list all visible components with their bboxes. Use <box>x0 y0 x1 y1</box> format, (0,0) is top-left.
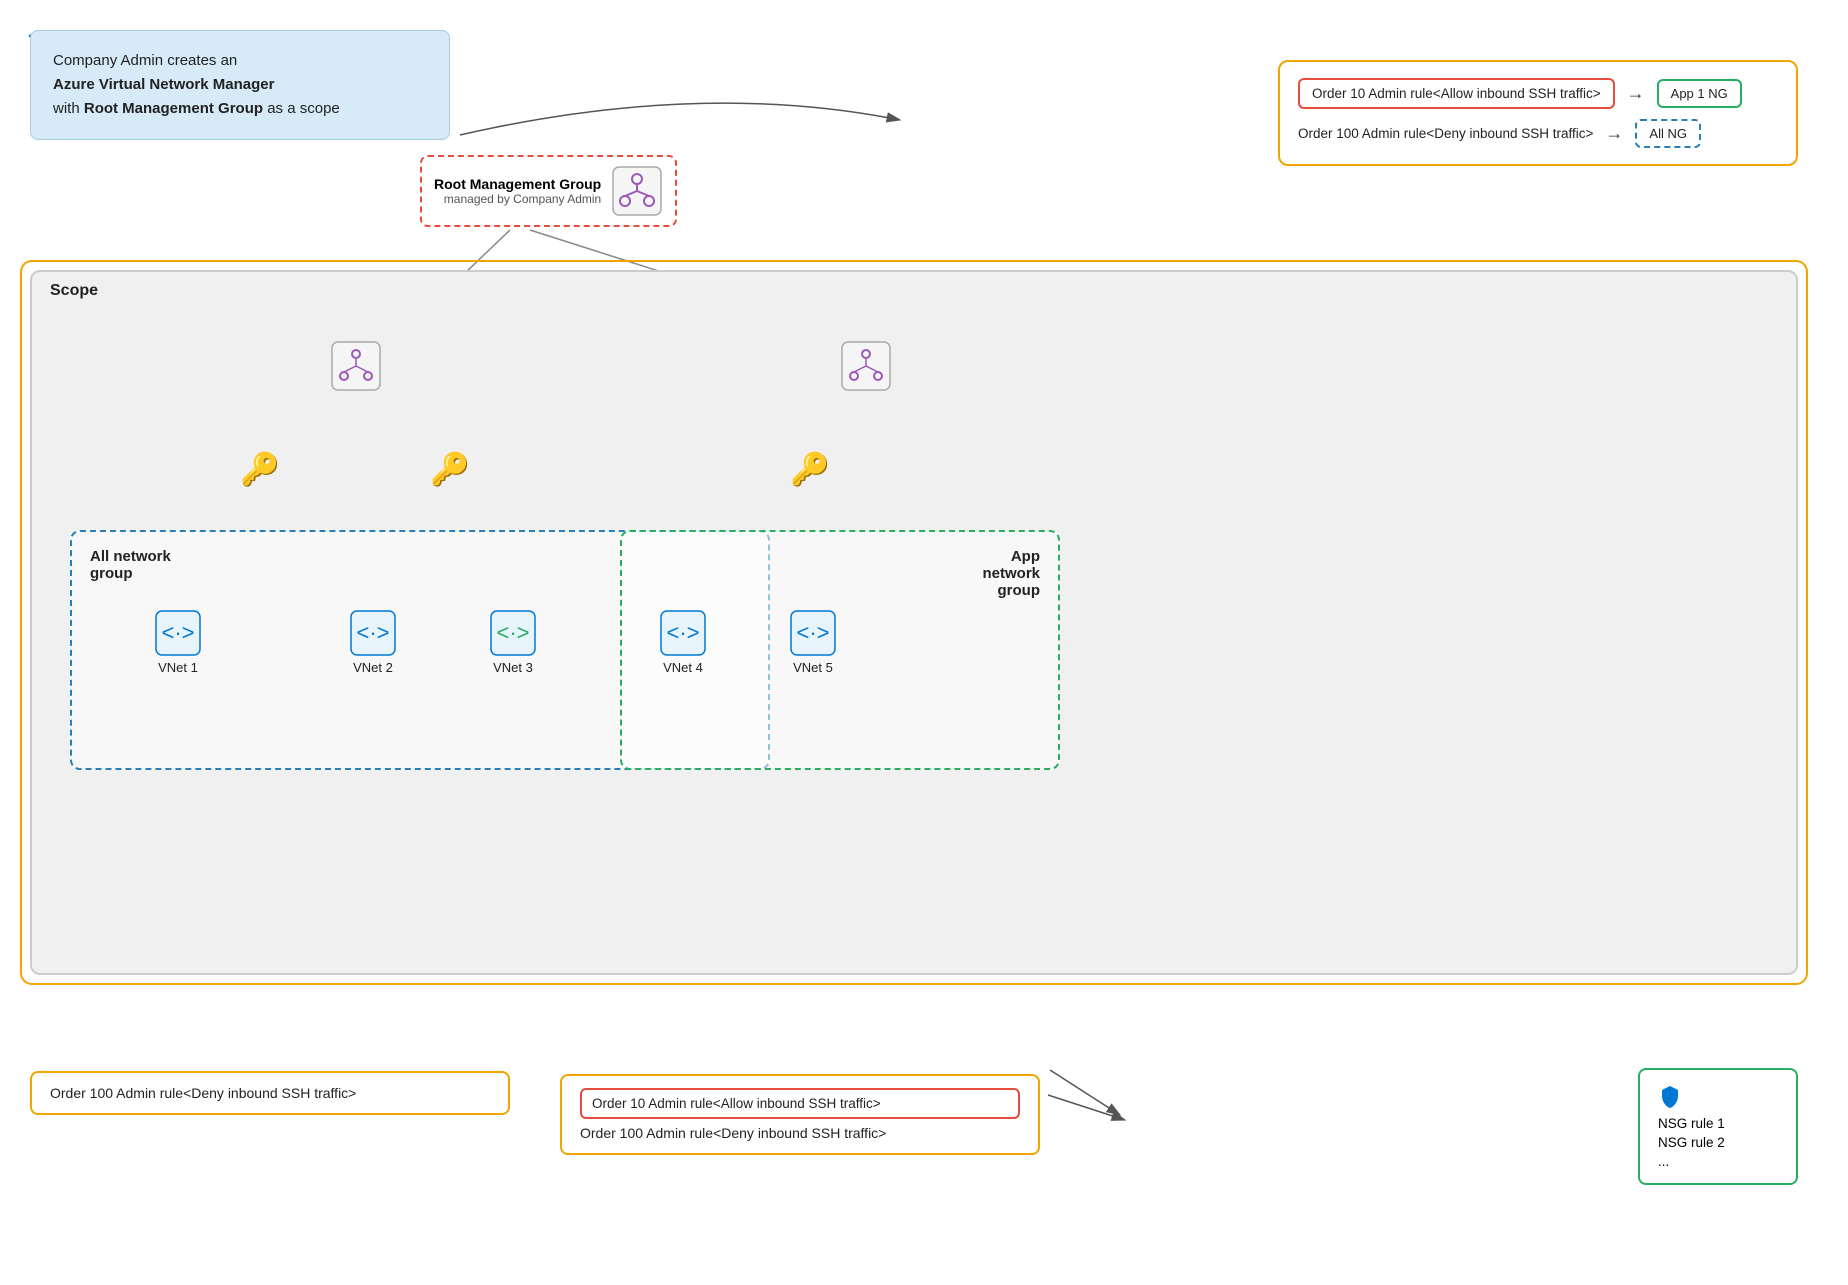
bottom-rule-right: Order 10 Admin rule<Allow inbound SSH tr… <box>560 1074 1040 1155</box>
nsg-line1: NSG rule 1 <box>1658 1116 1778 1131</box>
bottom-rule-right-outer: Order 100 Admin rule<Deny inbound SSH tr… <box>580 1125 1020 1141</box>
vnet3-icon: <·> <box>490 610 536 656</box>
vnet4-icon: <·> <box>660 610 706 656</box>
root-mg-icon <box>611 165 663 217</box>
shield-icon <box>1658 1084 1682 1108</box>
info-line3c: as a scope <box>267 100 340 117</box>
svg-text:<·>: <·> <box>161 620 194 645</box>
info-line3a: with <box>53 100 80 117</box>
key-icon-3: 🔑 <box>790 451 830 487</box>
rule1-badge: App 1 NG <box>1657 79 1742 108</box>
info-line3b: Root Management Group <box>84 100 263 117</box>
vnet5-item: <·> VNet 5 <box>790 610 836 675</box>
root-mg-box: Root Management Group managed by Company… <box>420 155 677 227</box>
rule1-arrow: → <box>1627 83 1645 104</box>
top-rules-box: Order 10 Admin rule<Allow inbound SSH tr… <box>1278 60 1798 166</box>
vnet1-label: VNet 1 <box>158 660 198 675</box>
vnet3-item: <·> VNet 3 <box>490 610 536 675</box>
nsg-line3: ... <box>1658 1154 1778 1169</box>
root-mg-subtitle: managed by Company Admin <box>434 192 601 206</box>
svg-text:<·>: <·> <box>666 620 699 645</box>
vnet1-icon: <·> <box>155 610 201 656</box>
rule2-badge: All NG <box>1635 119 1701 148</box>
rule1-text: Order 10 Admin rule<Allow inbound SSH tr… <box>1298 78 1615 109</box>
svg-text:<·>: <·> <box>496 620 529 645</box>
vnet2-icon: <·> <box>350 610 396 656</box>
subscription-key-2: 🔑 <box>430 450 470 488</box>
subscription-key-1: 🔑 <box>240 450 280 488</box>
root-mg-title: Root Management Group <box>434 176 601 192</box>
scope-label: Scope <box>50 282 98 300</box>
bottom-rule-left: Order 100 Admin rule<Deny inbound SSH tr… <box>30 1071 510 1115</box>
vnet2-label: VNet 2 <box>353 660 393 675</box>
info-line1: Company Admin creates an <box>53 52 237 69</box>
vnet3-label: VNet 3 <box>493 660 533 675</box>
rule2-arrow: → <box>1605 123 1623 144</box>
all-ng-label: All networkgroup <box>90 548 171 582</box>
nsg-box: NSG rule 1 NSG rule 2 ... <box>1638 1068 1798 1185</box>
diagram-container: <·> Company Admin creates an Azure Virtu… <box>0 0 1848 1285</box>
vnet5-icon: <·> <box>790 610 836 656</box>
info-box: Company Admin creates an Azure Virtual N… <box>30 30 450 140</box>
info-box-text: Company Admin creates an Azure Virtual N… <box>53 49 427 121</box>
key-icon-1: 🔑 <box>240 451 280 487</box>
info-line2: Azure Virtual Network Manager <box>53 76 274 93</box>
key-icon-2: 🔑 <box>430 451 470 487</box>
rule-row-2: Order 100 Admin rule<Deny inbound SSH tr… <box>1298 119 1778 148</box>
vnet5-label: VNet 5 <box>793 660 833 675</box>
rule2-text: Order 100 Admin rule<Deny inbound SSH tr… <box>1298 126 1593 141</box>
vnet4-item: <·> VNet 4 <box>660 610 706 675</box>
vnet2-item: <·> VNet 2 <box>350 610 396 675</box>
svg-text:<·>: <·> <box>796 620 829 645</box>
bottom-rule-right-inner: Order 10 Admin rule<Allow inbound SSH tr… <box>580 1088 1020 1119</box>
sub-mg-left-icon <box>330 340 382 392</box>
subscription-key-3: 🔑 <box>790 450 830 488</box>
nsg-line2: NSG rule 2 <box>1658 1135 1778 1150</box>
sub-mg-left <box>330 340 382 395</box>
root-mg-labels: Root Management Group managed by Company… <box>434 176 601 206</box>
bottom-rule-left-text: Order 100 Admin rule<Deny inbound SSH tr… <box>50 1085 356 1101</box>
vnet4-label: VNet 4 <box>663 660 703 675</box>
app-ng-label: Appnetworkgroup <box>982 548 1040 599</box>
rule-row-1: Order 10 Admin rule<Allow inbound SSH tr… <box>1298 78 1778 109</box>
sub-mg-right <box>840 340 892 395</box>
svg-text:<·>: <·> <box>356 620 389 645</box>
vnet1-item: <·> VNet 1 <box>155 610 201 675</box>
sub-mg-right-icon <box>840 340 892 392</box>
